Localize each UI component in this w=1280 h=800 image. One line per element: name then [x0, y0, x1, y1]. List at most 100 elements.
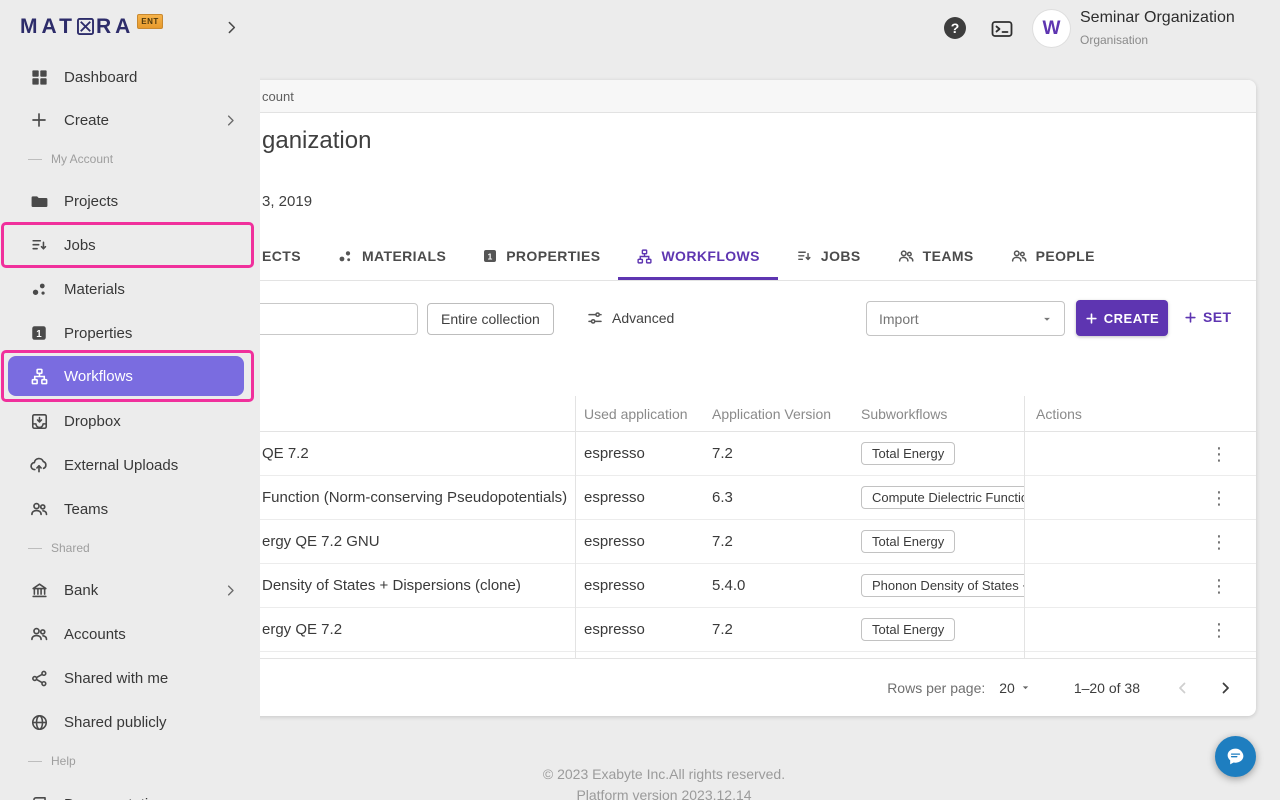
application-version: 7.2 — [703, 621, 852, 638]
chevron-right-icon — [223, 583, 238, 598]
previous-page-button[interactable] — [1170, 675, 1196, 701]
sidebar-section-shared: Shared — [28, 540, 90, 556]
teams-icon — [897, 247, 915, 265]
kebab-menu-icon[interactable]: ⋮ — [1208, 445, 1230, 463]
tab-label: ECTS — [262, 248, 301, 264]
sidebar-item-label: Properties — [64, 325, 132, 342]
entire-collection-button[interactable]: Entire collection — [427, 303, 554, 335]
sidebar-item-documentation[interactable]: Documentation — [0, 784, 260, 800]
svg-text:1: 1 — [488, 251, 493, 261]
page-title: ganization — [262, 127, 371, 155]
chat-launcher-button[interactable] — [1215, 736, 1256, 777]
workflows-icon — [636, 248, 653, 265]
create-label: CREATE — [1104, 311, 1159, 326]
logo[interactable]: MAT RA ENT — [20, 14, 163, 40]
sidebar-item-accounts[interactable]: Accounts — [0, 614, 260, 654]
application-version: 7.2 — [703, 533, 852, 550]
tab-teams[interactable]: TEAMS — [879, 232, 992, 280]
col-used-application: Used application — [575, 406, 703, 422]
tab-label: TEAMS — [923, 248, 974, 264]
console-icon[interactable] — [988, 17, 1016, 41]
logo-text-left: MAT — [20, 14, 76, 40]
teams-icon — [28, 498, 50, 520]
avatar[interactable]: W — [1033, 10, 1070, 47]
caret-down-icon — [1019, 681, 1032, 694]
kebab-menu-icon[interactable]: ⋮ — [1208, 577, 1230, 595]
set-button[interactable]: SET — [1184, 309, 1231, 325]
book-icon — [28, 793, 50, 800]
subworkflow-chip[interactable]: Phonon Density of States + Dispersions — [861, 574, 1024, 597]
sidebar-item-label: Shared publicly — [64, 714, 167, 731]
pagination-range: 1–20 of 38 — [1074, 680, 1140, 696]
accounts-icon — [28, 623, 50, 645]
org-subtitle: Organisation — [1080, 33, 1148, 47]
sidebar-item-create[interactable]: Create — [0, 100, 260, 140]
create-button[interactable]: CREATE — [1076, 300, 1168, 336]
jobs-icon — [796, 248, 813, 265]
subworkflow-chip[interactable]: Total Energy — [861, 530, 955, 553]
logo-text-right: RA — [96, 14, 134, 40]
rows-per-page-label: Rows per page: — [887, 680, 985, 696]
rows-per-page-select[interactable]: 20 — [999, 680, 1032, 696]
used-application: espresso — [575, 489, 703, 506]
sidebar-item-shared-with-me[interactable]: Shared with me — [0, 658, 260, 698]
tab-properties[interactable]: 1 PROPERTIES — [464, 232, 618, 280]
help-button[interactable]: ? — [944, 17, 966, 39]
subworkflow-chip[interactable]: Total Energy — [861, 442, 955, 465]
tab-projects[interactable]: ECTS — [262, 232, 319, 280]
import-select[interactable]: Import — [866, 301, 1065, 336]
sidebar-item-external-uploads[interactable]: External Uploads — [0, 445, 260, 485]
table-column-divider — [575, 396, 576, 658]
sidebar-item-projects[interactable]: Projects — [0, 181, 260, 221]
advanced-label: Advanced — [612, 310, 674, 326]
set-label: SET — [1203, 309, 1231, 325]
subworkflow-chip[interactable]: Total Energy — [861, 618, 955, 641]
used-application: espresso — [575, 445, 703, 462]
tab-jobs[interactable]: JOBS — [778, 232, 879, 280]
sidebar-item-label: Documentation — [64, 796, 165, 800]
sidebar-item-teams[interactable]: Teams — [0, 489, 260, 529]
plus-icon — [1184, 311, 1197, 324]
subworkflow-chip[interactable]: Compute Dielectric Function — [861, 486, 1024, 509]
tab-people[interactable]: PEOPLE — [992, 232, 1113, 280]
sidebar-item-properties[interactable]: 1 Properties — [0, 313, 260, 353]
jobs-icon — [28, 234, 50, 256]
materials-icon — [337, 248, 354, 265]
sidebar-item-label: Bank — [64, 582, 98, 599]
people-icon — [1010, 247, 1028, 265]
tab-workflows[interactable]: WORKFLOWS — [618, 232, 777, 280]
sidebar-item-label: Materials — [64, 281, 125, 298]
advanced-filter-button[interactable]: Advanced — [586, 309, 674, 327]
org-date: 3, 2019 — [262, 193, 312, 210]
sidebar-item-workflows[interactable]: Workflows — [8, 356, 244, 396]
next-page-button[interactable] — [1212, 675, 1238, 701]
globe-icon — [28, 711, 50, 733]
properties-icon: 1 — [28, 322, 50, 344]
sidebar-item-shared-publicly[interactable]: Shared publicly — [0, 702, 260, 742]
kebab-menu-icon[interactable]: ⋮ — [1208, 621, 1230, 639]
chevron-right-icon — [223, 113, 238, 128]
sidebar-item-label: Accounts — [64, 626, 126, 643]
tab-materials[interactable]: MATERIALS — [319, 232, 464, 280]
sidebar-item-label: Workflows — [64, 368, 133, 385]
sidebar-item-dropbox[interactable]: Dropbox — [0, 401, 260, 441]
sidebar-item-label: Dashboard — [64, 69, 137, 86]
sidebar-item-jobs[interactable]: Jobs — [0, 225, 260, 265]
chat-bubble-icon — [1225, 746, 1246, 767]
used-application: espresso — [575, 577, 703, 594]
sidebar-item-materials[interactable]: Materials — [0, 269, 260, 309]
materials-icon — [28, 278, 50, 300]
caret-down-icon — [1040, 312, 1054, 326]
sidebar-item-label: Projects — [64, 193, 118, 210]
import-value: Import — [879, 311, 919, 327]
sidebar-collapse-icon[interactable] — [223, 19, 240, 36]
kebab-menu-icon[interactable]: ⋮ — [1208, 533, 1230, 551]
plus-icon — [28, 109, 50, 131]
kebab-menu-icon[interactable]: ⋮ — [1208, 489, 1230, 507]
tab-label: JOBS — [821, 248, 861, 264]
avatar-letter: W — [1043, 18, 1061, 40]
question-mark-icon: ? — [951, 20, 960, 36]
sidebar-item-bank[interactable]: Bank — [0, 570, 260, 610]
sidebar-item-dashboard[interactable]: Dashboard — [0, 57, 260, 97]
application-version: 6.3 — [703, 489, 852, 506]
